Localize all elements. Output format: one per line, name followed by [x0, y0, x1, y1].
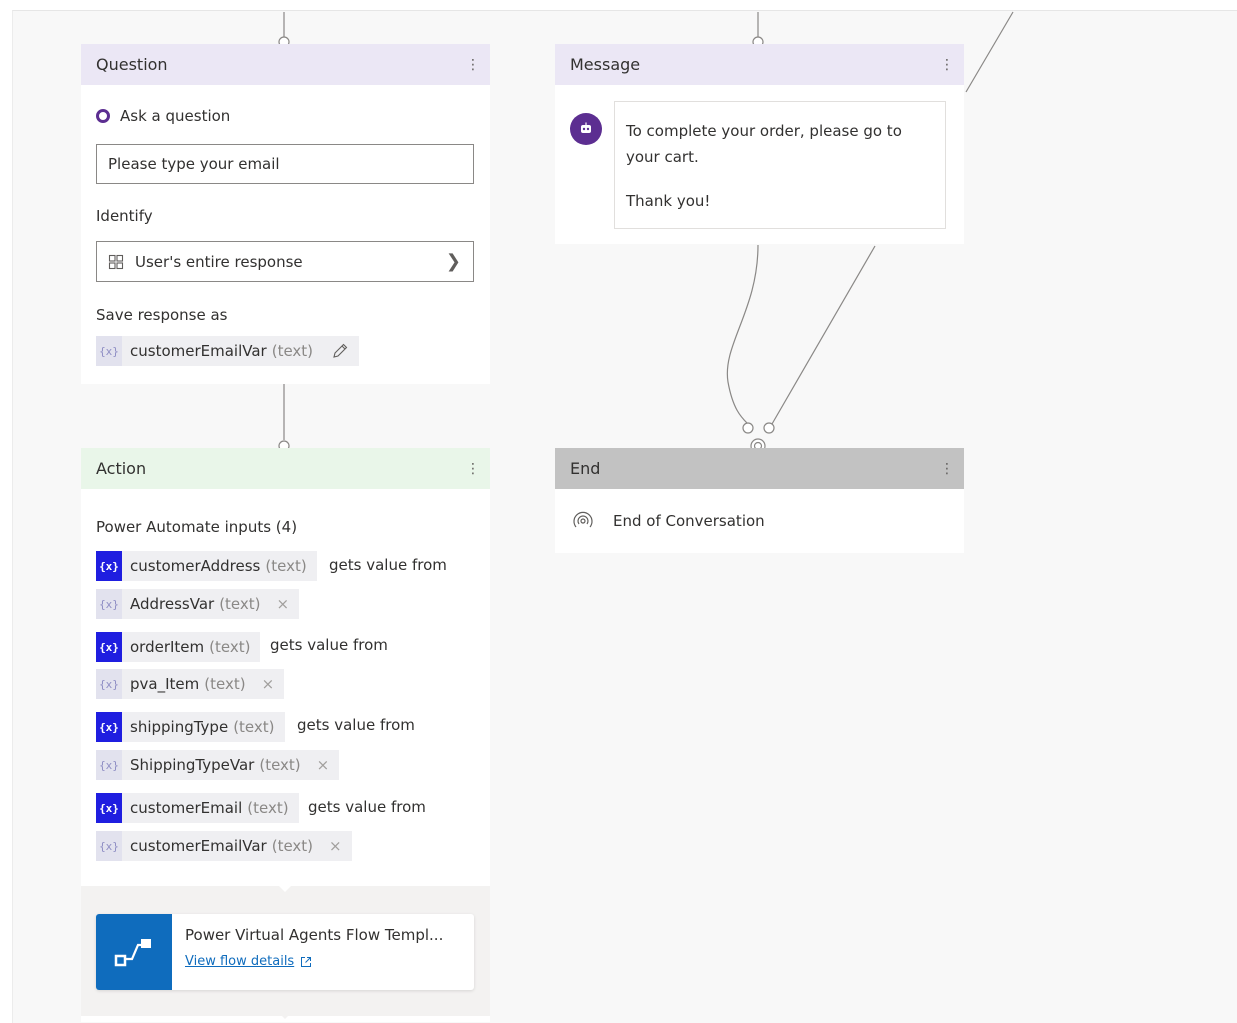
gets-value-from-text: gets value from: [270, 636, 388, 654]
param-name: orderItem: [130, 638, 205, 656]
param-name: customerEmail: [130, 799, 243, 817]
variable-name: pva_Item: [130, 675, 200, 693]
variable-type: (text): [271, 837, 314, 855]
identify-selector[interactable]: User's entire response ❯: [96, 241, 474, 282]
end-header[interactable]: End ⋮: [555, 448, 964, 489]
variable-name: customerEmailVar: [130, 837, 267, 855]
message-header[interactable]: Message ⋮: [555, 44, 964, 85]
variable-icon: {x}: [96, 750, 122, 780]
action-title: Action: [96, 459, 147, 478]
save-response-label: Save response as: [96, 306, 228, 324]
source-variable-chip[interactable]: {x} AddressVar (text) ×: [96, 589, 300, 619]
gets-value-from-text: gets value from: [329, 556, 447, 574]
variable-icon: {x}: [96, 712, 122, 742]
end-node[interactable]: End ⋮ End of Conversation: [555, 448, 964, 553]
variable-icon: {x}: [96, 632, 122, 662]
chevron-right-icon: ❯: [445, 251, 461, 272]
question-header[interactable]: Question ⋮: [81, 44, 490, 85]
variable-name: AddressVar: [130, 595, 215, 613]
close-icon[interactable]: ×: [329, 837, 342, 855]
flow-param-chip[interactable]: {x} customerEmail (text): [96, 793, 299, 823]
entity-icon: [108, 254, 124, 269]
source-variable-chip[interactable]: {x} pva_Item (text) ×: [96, 669, 285, 699]
variable-icon: {x}: [96, 336, 122, 366]
end-text: End of Conversation: [613, 512, 765, 530]
variable-icon: {x}: [96, 589, 122, 619]
variable-icon: {x}: [96, 831, 122, 861]
close-icon[interactable]: ×: [317, 756, 330, 774]
param-type: (text): [265, 557, 307, 575]
message-node[interactable]: Message ⋮ To complete your order, please…: [555, 44, 964, 244]
power-automate-inputs-label: Power Automate inputs (4): [96, 518, 298, 536]
caret-notch: [278, 885, 292, 892]
bot-avatar-icon: [570, 113, 602, 145]
flow-icon: [96, 914, 172, 990]
param-name: customerAddress: [130, 557, 261, 575]
action-header[interactable]: Action ⋮: [81, 448, 490, 489]
close-icon[interactable]: ×: [262, 675, 275, 693]
more-options-icon[interactable]: ⋮: [466, 462, 480, 476]
more-options-icon[interactable]: ⋮: [466, 58, 480, 72]
flow-param-chip[interactable]: {x} customerAddress (text): [96, 551, 317, 581]
source-variable-chip[interactable]: {x} ShippingTypeVar (text) ×: [96, 750, 340, 780]
param-type: (text): [209, 638, 251, 656]
broadcast-icon: [573, 511, 593, 528]
question-title: Question: [96, 55, 168, 74]
identify-label: Identify: [96, 207, 153, 225]
message-bubble[interactable]: To complete your order, please go to you…: [614, 101, 946, 229]
open-external-icon[interactable]: [300, 956, 312, 968]
flow-param-chip[interactable]: {x} shippingType (text): [96, 712, 285, 742]
message-line-1: To complete your order, please go to: [626, 122, 902, 140]
variable-type: (text): [271, 342, 314, 360]
message-line-2: your cart.: [626, 148, 699, 166]
gets-value-from-text: gets value from: [297, 716, 415, 734]
action-node[interactable]: Action ⋮ Power Automate inputs (4) {x} c…: [81, 448, 490, 1022]
variable-type: (text): [259, 756, 301, 774]
variable-icon: {x}: [96, 669, 122, 699]
flow-param-chip[interactable]: {x} orderItem (text): [96, 632, 261, 662]
variable-icon: {x}: [96, 551, 122, 581]
param-name: shippingType: [130, 718, 229, 736]
edit-pencil-icon[interactable]: [331, 342, 349, 360]
ask-question-row: Ask a question: [96, 107, 230, 125]
flow-card[interactable]: Power Virtual Agents Flow Templ... View …: [96, 914, 474, 990]
variable-type: (text): [204, 675, 246, 693]
end-title: End: [570, 459, 601, 478]
variable-name: ShippingTypeVar: [130, 756, 255, 774]
caret-notch-bottom: [278, 1012, 292, 1019]
param-type: (text): [247, 799, 289, 817]
question-node[interactable]: Question ⋮ Ask a question Please type yo…: [81, 44, 490, 384]
identify-value: User's entire response: [135, 252, 303, 271]
variable-icon: {x}: [96, 793, 122, 823]
param-type: (text): [233, 718, 275, 736]
ask-question-label: Ask a question: [120, 107, 231, 125]
view-flow-details-link[interactable]: View flow details: [185, 954, 294, 969]
gets-value-from-text: gets value from: [308, 798, 426, 816]
more-options-icon[interactable]: ⋮: [940, 58, 954, 72]
question-prompt-input[interactable]: Please type your email: [96, 144, 474, 184]
flow-name: Power Virtual Agents Flow Templ...: [185, 926, 444, 944]
variable-name: customerEmailVar: [130, 342, 267, 360]
message-line-3: Thank you!: [626, 192, 711, 210]
flow-footer: Power Virtual Agents Flow Templ... View …: [81, 885, 490, 1019]
radio-selected-icon: [96, 109, 110, 123]
more-options-icon[interactable]: ⋮: [940, 462, 954, 476]
message-title: Message: [570, 55, 641, 74]
source-variable-chip[interactable]: {x} customerEmailVar (text) ×: [96, 831, 352, 861]
variable-type: (text): [219, 595, 261, 613]
close-icon[interactable]: ×: [277, 595, 290, 613]
save-variable-chip[interactable]: {x} customerEmailVar (text): [96, 336, 360, 366]
